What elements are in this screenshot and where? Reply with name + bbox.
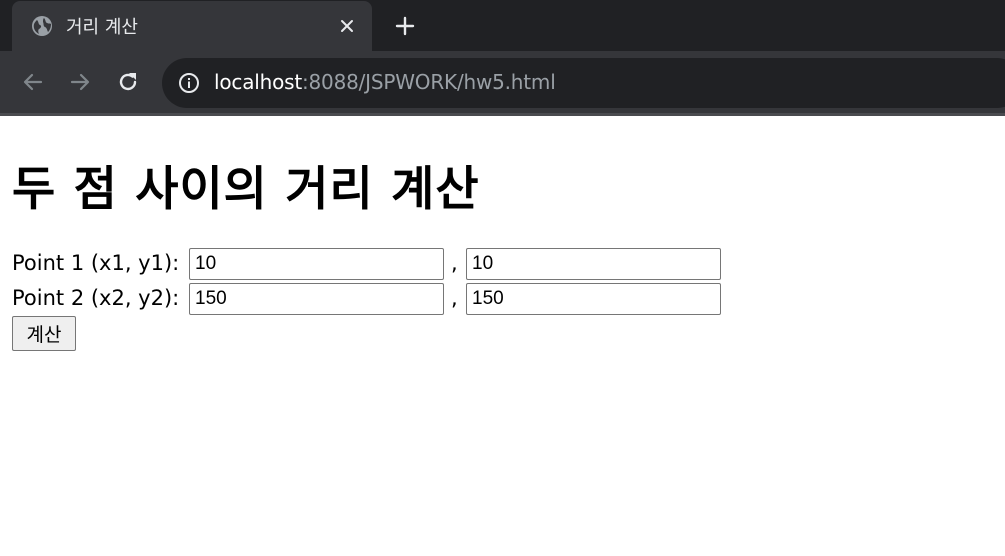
browser-tab[interactable]: 거리 계산 bbox=[12, 1, 372, 51]
close-icon[interactable] bbox=[335, 14, 359, 38]
url-text[interactable]: localhost:8088/JSPWORK/hw5.html bbox=[214, 70, 556, 94]
point1-label: Point 1 (x1, y1): bbox=[12, 251, 180, 275]
point2-separator: , bbox=[451, 286, 458, 310]
plus-icon[interactable] bbox=[391, 12, 419, 40]
address-bar[interactable]: localhost:8088/JSPWORK/hw5.html bbox=[162, 58, 1005, 108]
point1-separator: , bbox=[451, 251, 458, 275]
url-path: :8088/JSPWORK/hw5.html bbox=[301, 70, 556, 94]
tab-strip: 거리 계산 bbox=[0, 0, 1005, 51]
arrow-right-icon[interactable] bbox=[63, 65, 97, 99]
x2-input[interactable] bbox=[189, 283, 444, 315]
point2-label: Point 2 (x2, y2): bbox=[12, 286, 180, 310]
info-icon[interactable] bbox=[178, 72, 200, 94]
reload-icon[interactable] bbox=[111, 65, 145, 99]
y2-input[interactable] bbox=[466, 283, 721, 315]
point1-row: Point 1 (x1, y1): , bbox=[12, 248, 772, 280]
browser-toolbar: localhost:8088/JSPWORK/hw5.html bbox=[0, 51, 1005, 113]
y1-input[interactable] bbox=[466, 248, 721, 280]
page-title: 두 점 사이의 거리 계산 bbox=[12, 162, 480, 217]
point2-row: Point 2 (x2, y2): , bbox=[12, 283, 772, 315]
arrow-left-icon[interactable] bbox=[16, 65, 50, 99]
browser-chrome: 거리 계산 localhost:8088/JSPWORK/hw5.html bbox=[0, 0, 1005, 116]
url-host: localhost bbox=[214, 70, 302, 94]
calculate-button[interactable]: 계산 bbox=[12, 316, 76, 351]
tab-title: 거리 계산 bbox=[66, 17, 138, 38]
page-content: 두 점 사이의 거리 계산 Point 1 (x1, y1): , Point … bbox=[0, 116, 1005, 556]
x1-input[interactable] bbox=[189, 248, 444, 280]
globe-icon bbox=[31, 15, 53, 37]
